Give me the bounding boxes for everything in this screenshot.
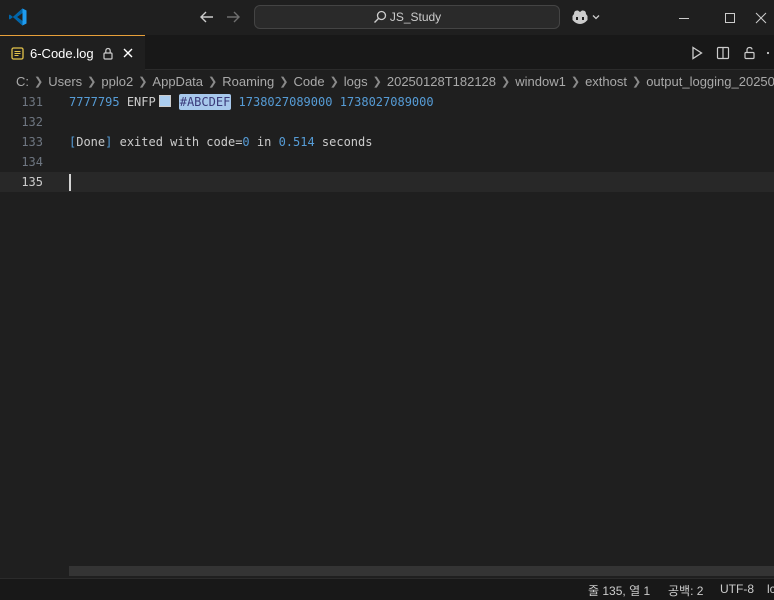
editor-actions bbox=[684, 35, 774, 70]
color-swatch-icon[interactable] bbox=[158, 95, 171, 107]
cursor-position[interactable]: 줄 135, 열 1 bbox=[588, 582, 650, 599]
workspace-name: JS_Study bbox=[389, 10, 442, 24]
in-text: in bbox=[249, 135, 279, 149]
breadcrumb-item[interactable]: output_logging_20250128T18 bbox=[646, 74, 774, 89]
text-cursor bbox=[69, 174, 71, 191]
breadcrumb-item[interactable]: exthost bbox=[585, 74, 627, 89]
log-type: ENFP bbox=[126, 95, 156, 109]
line-number: 133 bbox=[21, 135, 43, 149]
editor-line[interactable]: 131 7777795 ENFP #ABCDEF 1738027089000 17… bbox=[0, 92, 774, 112]
breadcrumb-item[interactable]: pplo2 bbox=[101, 74, 133, 89]
chevron-right-icon: ❯ bbox=[372, 75, 382, 88]
editor-line[interactable]: 133 [Done] exited with code=0 in 0.514 s… bbox=[0, 132, 774, 152]
title-bar: JS_Study bbox=[0, 0, 774, 35]
line-content: [Done] exited with code=0 in 0.514 secon… bbox=[69, 132, 372, 152]
breadcrumb-item[interactable]: logs bbox=[344, 74, 368, 89]
breadcrumb-item[interactable]: Code bbox=[293, 74, 324, 89]
hex-color-value: #ABCDEF bbox=[179, 95, 231, 109]
arrow-left-icon[interactable] bbox=[198, 8, 216, 26]
lock-icon bbox=[103, 47, 113, 60]
indentation-status[interactable]: 공백: 2 bbox=[668, 582, 703, 599]
more-actions-icon bbox=[766, 51, 770, 54]
breadcrumb-item[interactable]: 20250128T182128 bbox=[387, 74, 496, 89]
status-bar: 줄 135, 열 1 공백: 2 UTF-8 lc bbox=[0, 578, 774, 600]
more-actions-button[interactable] bbox=[762, 43, 774, 63]
chevron-right-icon: ❯ bbox=[208, 75, 218, 88]
timestamp-2: 1738027089000 bbox=[339, 95, 434, 109]
tab-6-code-log[interactable]: 6-Code.log bbox=[0, 35, 145, 70]
line-ending-status[interactable]: lc bbox=[767, 582, 774, 596]
log-id: 7777795 bbox=[69, 95, 120, 109]
chevron-right-icon: ❯ bbox=[329, 75, 339, 88]
tab-bar: 6-Code.log bbox=[0, 35, 774, 70]
line-number: 134 bbox=[21, 155, 43, 169]
chevron-right-icon: ❯ bbox=[138, 75, 148, 88]
line-number: 135 bbox=[21, 175, 43, 189]
breadcrumb-item[interactable]: Users bbox=[48, 74, 82, 89]
log-file-icon bbox=[11, 46, 24, 60]
close-icon bbox=[755, 12, 767, 23]
editor-line[interactable]: 132 bbox=[0, 112, 774, 132]
breadcrumb: C: ❯ Users ❯ pplo2 ❯ AppData ❯ Roaming ❯ Code… bbox=[0, 70, 774, 92]
copilot-menu[interactable] bbox=[571, 8, 603, 26]
chevron-right-icon: ❯ bbox=[501, 75, 511, 88]
maximize-button[interactable] bbox=[707, 0, 753, 35]
tab-close-icon[interactable] bbox=[122, 47, 134, 59]
horizontal-scrollbar[interactable] bbox=[69, 566, 774, 576]
chevron-right-icon: ❯ bbox=[279, 75, 289, 88]
copilot-icon bbox=[572, 10, 588, 24]
chevron-right-icon: ❯ bbox=[570, 75, 581, 88]
close-window-button[interactable] bbox=[748, 0, 774, 35]
unlock-button[interactable] bbox=[736, 43, 762, 63]
encoding-status[interactable]: UTF-8 bbox=[720, 582, 754, 596]
seconds-text: seconds bbox=[314, 135, 373, 149]
tab-label: 6-Code.log bbox=[30, 45, 94, 61]
minimize-icon bbox=[679, 17, 689, 19]
chevron-right-icon: ❯ bbox=[87, 75, 97, 88]
editor-line[interactable]: 134 bbox=[0, 152, 774, 172]
minimize-button[interactable] bbox=[661, 0, 707, 35]
vscode-logo-icon[interactable] bbox=[8, 7, 28, 27]
hex-color-selection: #ABCDEF bbox=[178, 94, 232, 110]
breadcrumb-item[interactable]: AppData bbox=[152, 74, 203, 89]
exit-code: 0 bbox=[242, 135, 250, 149]
maximize-icon bbox=[725, 12, 735, 23]
breadcrumb-item[interactable]: C: bbox=[16, 74, 29, 89]
done-label: Done bbox=[76, 135, 106, 149]
command-center-search[interactable]: JS_Study bbox=[254, 5, 560, 29]
run-icon bbox=[692, 45, 703, 60]
timestamp-1: 1738027089000 bbox=[238, 95, 333, 109]
line-number: 132 bbox=[21, 115, 43, 129]
line-number: 131 bbox=[21, 95, 43, 109]
exit-text: exited with code= bbox=[112, 135, 243, 149]
line-content: 7777795 ENFP #ABCDEF 1738027089000 173802… bbox=[69, 92, 434, 112]
chevron-down-icon bbox=[592, 15, 600, 20]
split-editor-icon bbox=[716, 46, 730, 59]
breadcrumb-item[interactable]: Roaming bbox=[222, 74, 274, 89]
chevron-right-icon: ❯ bbox=[631, 75, 642, 88]
editor-line-current[interactable]: 135 bbox=[0, 172, 774, 192]
split-editor-button[interactable] bbox=[710, 43, 736, 63]
chevron-right-icon: ❯ bbox=[34, 75, 44, 88]
search-icon bbox=[373, 10, 386, 23]
arrow-right-icon[interactable] bbox=[224, 8, 242, 26]
unlock-icon bbox=[743, 46, 755, 59]
run-button[interactable] bbox=[684, 43, 710, 63]
editor-area[interactable]: 131 7777795 ENFP #ABCDEF 1738027089000 17… bbox=[0, 92, 774, 578]
breadcrumb-item[interactable]: window1 bbox=[515, 74, 566, 89]
seconds-value: 0.514 bbox=[278, 135, 315, 149]
